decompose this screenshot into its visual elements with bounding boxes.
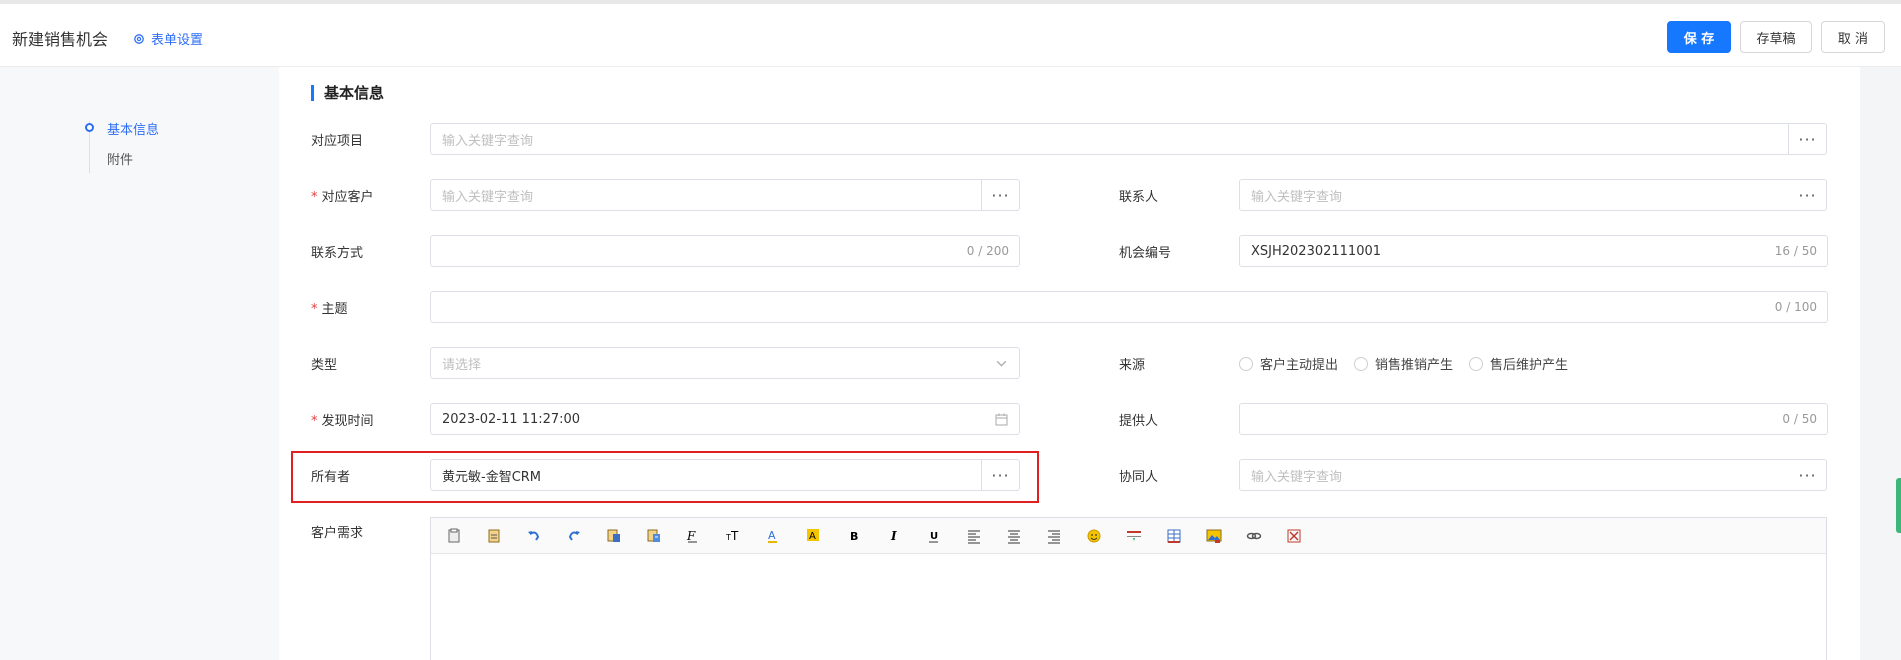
- svg-text:A: A: [768, 529, 776, 542]
- source-option-aftersales[interactable]: 售后维护产生: [1469, 354, 1568, 373]
- customer-picker-button[interactable]: ···: [982, 179, 1020, 211]
- paste-word-icon[interactable]: [603, 525, 625, 547]
- source-option-customer[interactable]: 客户主动提出: [1239, 354, 1338, 373]
- redo-icon[interactable]: [563, 525, 585, 547]
- contact-placeholder: 输入关键字查询: [1251, 189, 1343, 205]
- provider-input[interactable]: 0 / 50: [1239, 403, 1828, 435]
- format-painter-icon[interactable]: [643, 525, 665, 547]
- collaborator-input[interactable]: 输入关键字查询: [1239, 459, 1790, 491]
- svg-text:U: U: [930, 531, 938, 542]
- link-icon[interactable]: [1243, 525, 1265, 547]
- contact-method-label: 联系方式: [311, 246, 364, 261]
- radio-circle-icon: [1469, 356, 1484, 371]
- contact-method-counter: 0 / 200: [966, 244, 1009, 258]
- save-draft-button[interactable]: 存草稿: [1740, 21, 1812, 53]
- owner-label: 所有者: [311, 470, 351, 485]
- type-placeholder: 请选择: [442, 357, 482, 373]
- found-time-value: 2023-02-11 11:27:00: [442, 411, 581, 427]
- svg-text:I: I: [890, 529, 897, 543]
- contact-input[interactable]: 输入关键字查询: [1239, 179, 1790, 211]
- cancel-button[interactable]: 取 消: [1821, 21, 1885, 53]
- opportunity-no-input[interactable]: XSJH202302111001 16 / 50: [1239, 235, 1828, 267]
- horizontal-rule-icon[interactable]: [1123, 525, 1145, 547]
- radio-circle-icon: [1354, 356, 1369, 371]
- opportunity-no-counter: 16 / 50: [1774, 244, 1817, 258]
- image-icon[interactable]: [1203, 525, 1225, 547]
- unlink-icon[interactable]: [1283, 525, 1305, 547]
- form-settings-link[interactable]: 表单设置: [133, 29, 203, 48]
- opportunity-no-value: XSJH202302111001: [1251, 243, 1382, 259]
- subject-label: * 主题: [311, 302, 348, 317]
- page-title: 新建销售机会: [12, 30, 109, 49]
- underline-icon[interactable]: U: [923, 525, 945, 547]
- section-nav: 基本信息 附件: [0, 67, 279, 660]
- project-picker-button[interactable]: ···: [1789, 123, 1827, 155]
- contact-label: 联系人: [1119, 190, 1159, 205]
- customer-label: * 对应客户: [311, 190, 374, 205]
- project-input[interactable]: 输入关键字查询: [430, 123, 1789, 155]
- collaborator-label: 协同人: [1119, 470, 1159, 485]
- provider-counter: 0 / 50: [1782, 412, 1817, 426]
- form-panel: 基本信息 对应项目 输入关键字查询 ··· * 对应客户 输入关键字查询 ··· …: [279, 67, 1860, 660]
- chevron-down-icon: [996, 360, 1007, 367]
- requirement-label: 客户需求: [311, 526, 364, 541]
- side-widget-tab[interactable]: [1896, 478, 1901, 533]
- found-time-label: * 发现时间: [311, 414, 374, 429]
- form-settings-label: 表单设置: [151, 33, 204, 48]
- table-icon[interactable]: [1163, 525, 1185, 547]
- found-time-input[interactable]: 2023-02-11 11:27:00: [430, 403, 1020, 435]
- source-label: 来源: [1119, 358, 1146, 373]
- paste-text-icon[interactable]: [483, 525, 505, 547]
- required-mark: *: [311, 302, 318, 317]
- subject-input[interactable]: 0 / 100: [430, 291, 1828, 323]
- font-family-icon[interactable]: F: [683, 525, 705, 547]
- owner-picker-button[interactable]: ···: [982, 459, 1020, 491]
- font-color-icon[interactable]: A: [763, 525, 785, 547]
- project-placeholder: 输入关键字查询: [442, 133, 534, 149]
- source-radio-group: 客户主动提出 销售推销产生 售后维护产生: [1239, 354, 1568, 373]
- align-right-icon[interactable]: [1043, 525, 1065, 547]
- required-mark: *: [311, 414, 318, 429]
- svg-text:B: B: [850, 530, 858, 543]
- collaborator-picker-button[interactable]: ···: [1789, 459, 1827, 491]
- project-label: 对应项目: [311, 134, 364, 149]
- calendar-icon[interactable]: [995, 413, 1008, 426]
- owner-value: 黄元敏-金智CRM: [442, 469, 542, 485]
- background-color-icon[interactable]: A: [803, 525, 825, 547]
- provider-label: 提供人: [1119, 414, 1159, 429]
- type-select[interactable]: 请选择: [430, 347, 1020, 379]
- radio-circle-icon: [1239, 356, 1253, 371]
- emoji-icon[interactable]: [1083, 525, 1105, 547]
- customer-input[interactable]: 输入关键字查询: [430, 179, 982, 211]
- subject-counter: 0 / 100: [1774, 300, 1817, 314]
- undo-icon[interactable]: [523, 525, 545, 547]
- contact-method-input[interactable]: 0 / 200: [430, 235, 1020, 267]
- italic-icon[interactable]: I: [883, 525, 905, 547]
- align-left-icon[interactable]: [963, 525, 985, 547]
- paste-icon[interactable]: [443, 525, 465, 547]
- svg-text:T: T: [730, 529, 739, 543]
- svg-text:F: F: [686, 529, 696, 543]
- editor-toolbar: F TT A A B I U: [431, 518, 1826, 554]
- nav-item-basic-info[interactable]: 基本信息: [107, 119, 159, 138]
- bold-icon[interactable]: B: [843, 525, 865, 547]
- contact-picker-button[interactable]: ···: [1789, 179, 1827, 211]
- owner-input[interactable]: 黄元敏-金智CRM: [430, 459, 982, 491]
- header-bar: 新建销售机会 表单设置 保 存 存草稿 取 消: [0, 0, 1901, 67]
- opportunity-no-label: 机会编号: [1119, 246, 1172, 261]
- collaborator-placeholder: 输入关键字查询: [1251, 469, 1343, 485]
- svg-text:A: A: [809, 531, 816, 542]
- required-mark: *: [311, 190, 318, 205]
- save-button[interactable]: 保 存: [1667, 21, 1731, 53]
- font-size-icon[interactable]: TT: [723, 525, 745, 547]
- type-label: 类型: [311, 358, 338, 373]
- customer-placeholder: 输入关键字查询: [442, 189, 534, 205]
- align-center-icon[interactable]: [1003, 525, 1025, 547]
- section-title: 基本信息: [311, 85, 384, 101]
- nav-active-dot-icon: [85, 123, 94, 132]
- source-option-sales[interactable]: 销售推销产生: [1354, 354, 1453, 373]
- nav-item-attachments[interactable]: 附件: [107, 149, 133, 168]
- gear-icon: [134, 33, 144, 44]
- rich-text-editor[interactable]: F TT A A B I U: [430, 517, 1827, 660]
